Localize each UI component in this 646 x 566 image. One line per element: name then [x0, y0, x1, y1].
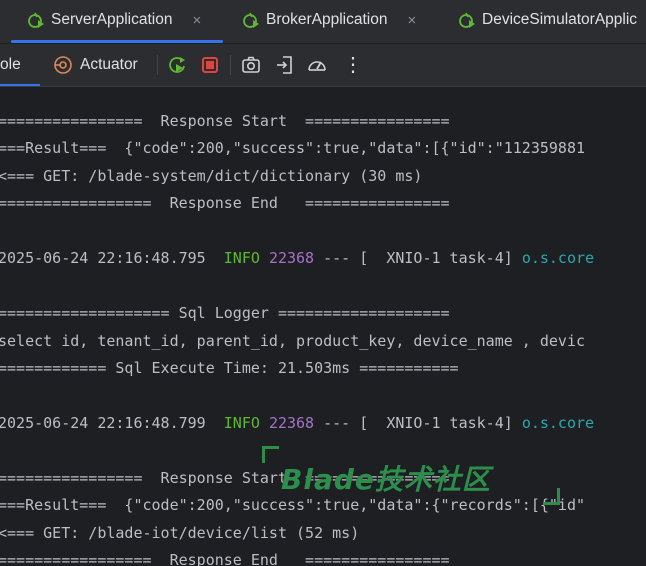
- rerun-icon[interactable]: [166, 54, 188, 76]
- more-icon[interactable]: ⋮: [343, 44, 363, 86]
- stop-icon[interactable]: [199, 54, 221, 76]
- console-line: <=== GET: /blade-system/dict/dictionary …: [0, 167, 423, 185]
- tab-device-simulator-application[interactable]: DeviceSimulatorApplic: [458, 0, 637, 40]
- spring-run-icon: [459, 12, 475, 28]
- console-line: ================= Response End =========…: [0, 551, 450, 566]
- tab-console[interactable]: ole: [0, 44, 21, 86]
- watermark-bracket: [543, 488, 560, 505]
- tab-actuator[interactable]: Actuator: [80, 44, 138, 86]
- watermark-bracket: [262, 446, 279, 463]
- log-thread: --- [ XNIO-1 task-4]: [314, 414, 522, 432]
- active-tab-indicator: [0, 84, 40, 86]
- log-timestamp: 2025-06-24 22:16:48.795: [0, 249, 206, 267]
- close-icon[interactable]: ×: [407, 12, 416, 29]
- spring-run-icon: [28, 12, 44, 28]
- spring-run-icon: [243, 12, 259, 28]
- camera-icon[interactable]: [240, 54, 262, 76]
- tab-label: BrokerApplication: [266, 11, 388, 28]
- log-pid: 22368: [268, 249, 315, 267]
- run-toolbar: ole Actuator ⋮: [0, 44, 646, 87]
- close-icon[interactable]: ×: [192, 12, 201, 29]
- log-logger-link[interactable]: o.s.core: [522, 414, 594, 432]
- log-pid: 22368: [268, 414, 315, 432]
- console-line: ===Result=== {"code":200,"success":true,…: [0, 139, 585, 157]
- log-level: INFO: [223, 249, 260, 267]
- login-icon[interactable]: [274, 54, 296, 76]
- console-line: select id, tenant_id, parent_id, product…: [0, 332, 585, 350]
- log-level: INFO: [223, 414, 260, 432]
- log-line: 2025-06-24 22:16:48.799 INFO 22368 --- […: [0, 413, 594, 433]
- console-line: ================ Response Start ========…: [0, 112, 450, 130]
- log-thread: --- [ XNIO-1 task-4]: [314, 249, 522, 267]
- log-line: 2025-06-24 22:16:48.795 INFO 22368 --- […: [0, 248, 594, 268]
- console-line: =================== Sql Logger =========…: [0, 304, 450, 322]
- log-timestamp: 2025-06-24 22:16:48.799: [0, 414, 206, 432]
- tab-server-application[interactable]: ServerApplication ×: [10, 0, 224, 43]
- tab-label: ServerApplication: [51, 11, 173, 28]
- actuator-icon: [54, 56, 72, 74]
- console-line: ================= Response End =========…: [0, 194, 450, 212]
- log-logger-link[interactable]: o.s.core: [522, 249, 594, 267]
- watermark-text: Blade技术社区: [281, 463, 491, 496]
- console-line: ===Result=== {"code":200,"success":true,…: [0, 496, 585, 514]
- gauge-icon[interactable]: [306, 54, 328, 76]
- tab-label: DeviceSimulatorApplic: [482, 11, 638, 28]
- toolbar-divider: [157, 55, 158, 75]
- console-line: <=== GET: /blade-iot/device/list (52 ms): [0, 524, 360, 542]
- toolbar-divider: [230, 55, 231, 75]
- tab-broker-application[interactable]: BrokerApplication ×: [242, 0, 416, 40]
- console-line: ============ Sql Execute Time: 21.503ms …: [0, 359, 459, 377]
- run-tab-bar: ServerApplication × BrokerApplication × …: [0, 0, 646, 44]
